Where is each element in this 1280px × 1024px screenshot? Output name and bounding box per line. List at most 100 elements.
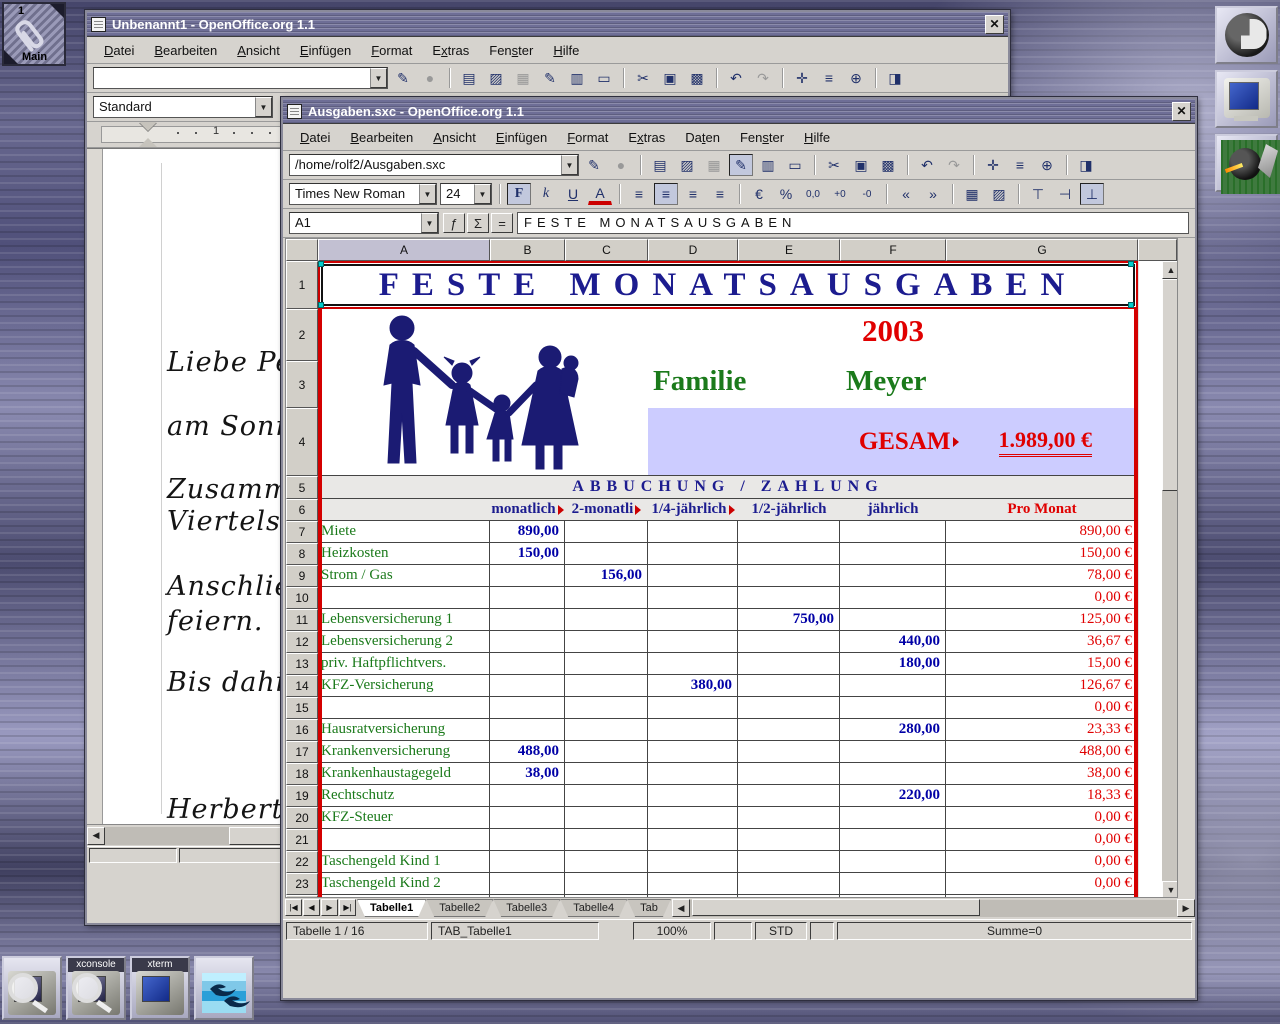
cell-F9[interactable] xyxy=(840,565,946,586)
row-header-11[interactable]: 11 xyxy=(286,609,318,631)
sheet-content[interactable]: FESTE MONATSAUSGABEN2003FamilieMeyerGESA… xyxy=(318,261,1138,898)
hyperlink-icon[interactable]: ⊕ xyxy=(844,67,868,89)
menu-datei[interactable]: Datei xyxy=(95,40,143,61)
cell-F20[interactable] xyxy=(840,807,946,828)
row-header-5[interactable]: 5 xyxy=(286,476,318,499)
cell-A16[interactable]: Hausratversicherung xyxy=(318,719,490,740)
spreadsheet-grid[interactable]: ABCDEFG 12345678910111213141516171819202… xyxy=(285,238,1178,898)
cell-B14[interactable] xyxy=(490,675,565,696)
column-header-G[interactable]: G xyxy=(946,239,1138,261)
hardware-launcher[interactable] xyxy=(1215,134,1278,192)
chevron-down-icon[interactable]: ▼ xyxy=(419,184,436,204)
writer-titlebar[interactable]: Unbenannt1 - OpenOffice.org 1.1 ✕ xyxy=(87,12,1008,37)
paragraph-style-combo[interactable]: Standard ▼ xyxy=(93,96,273,118)
column-header-E[interactable]: E xyxy=(738,239,840,261)
redo-icon[interactable]: ↷ xyxy=(751,67,775,89)
chevron-down-icon[interactable]: ▼ xyxy=(474,184,491,204)
row-header-12[interactable]: 12 xyxy=(286,631,318,653)
cut-icon[interactable]: ✂ xyxy=(631,67,655,89)
column-header-F[interactable]: F xyxy=(840,239,946,261)
cell-B24[interactable] xyxy=(490,895,565,898)
cell-F23[interactable] xyxy=(840,873,946,894)
copy-icon[interactable]: ▣ xyxy=(849,154,873,176)
cell-E9[interactable] xyxy=(738,565,840,586)
chevron-down-icon[interactable]: ▼ xyxy=(421,213,438,233)
year-cell[interactable]: 2003 xyxy=(840,313,946,349)
section-header-row[interactable]: ABBUCHUNG / ZAHLUNG xyxy=(318,476,1138,499)
cell-C16[interactable] xyxy=(565,719,648,740)
cell-B21[interactable] xyxy=(490,829,565,850)
total-label-cell[interactable]: GESAM xyxy=(859,428,959,456)
last-sheet-icon[interactable]: ▶| xyxy=(339,899,356,916)
status-zoom[interactable]: 100% xyxy=(633,922,711,940)
row-header-18[interactable]: 18 xyxy=(286,763,318,785)
cell-D18[interactable] xyxy=(648,763,738,784)
cell-B12[interactable] xyxy=(490,631,565,652)
cell-A11[interactable]: Lebensversicherung 1 xyxy=(318,609,490,630)
delete-decimal-icon[interactable]: -0 xyxy=(855,183,879,205)
indent-marker-icon[interactable] xyxy=(139,138,157,147)
selection-handle[interactable] xyxy=(1128,302,1134,308)
cell-G19[interactable]: 18,33 € xyxy=(946,785,1138,806)
align-center-icon[interactable]: ≡ xyxy=(654,183,678,205)
navigator-icon[interactable]: ✛ xyxy=(981,154,1005,176)
number-currency-icon[interactable]: € xyxy=(747,183,771,205)
menu-fenster[interactable]: Fenster xyxy=(731,127,793,148)
menu-ansicht[interactable]: Ansicht xyxy=(228,40,289,61)
cell-E19[interactable] xyxy=(738,785,840,806)
align-top-icon[interactable]: ⊤ xyxy=(1026,183,1050,205)
font-name-combo[interactable]: Times New Roman ▼ xyxy=(289,183,437,205)
cell-F12[interactable]: 440,00 xyxy=(840,631,946,652)
cell-E15[interactable] xyxy=(738,697,840,718)
cell-G23[interactable]: 0,00 € xyxy=(946,873,1138,894)
url-input[interactable]: /home/rolf2/Ausgaben.sxc xyxy=(290,155,561,175)
cell-D8[interactable] xyxy=(648,543,738,564)
gallery-icon[interactable]: ◨ xyxy=(1074,154,1098,176)
cell-A17[interactable]: Krankenversicherung xyxy=(318,741,490,762)
bold-icon[interactable]: F xyxy=(507,183,531,205)
row-header-16[interactable]: 16 xyxy=(286,719,318,741)
sheet-tab-tabelle1[interactable]: Tabelle1 xyxy=(357,899,426,917)
url-input[interactable] xyxy=(94,68,370,88)
cell-G8[interactable]: 150,00 € xyxy=(946,543,1138,564)
row-header-24[interactable]: 24 xyxy=(286,895,318,898)
writer-url-combo[interactable]: ▼ xyxy=(93,67,388,89)
cell-D9[interactable] xyxy=(648,565,738,586)
cell-C15[interactable] xyxy=(565,697,648,718)
cell-D19[interactable] xyxy=(648,785,738,806)
calc-url-combo[interactable]: /home/rolf2/Ausgaben.sxc ▼ xyxy=(289,154,579,176)
menu-daten[interactable]: Daten xyxy=(676,127,729,148)
cell-D17[interactable] xyxy=(648,741,738,762)
close-icon[interactable]: ✕ xyxy=(1172,102,1191,121)
cell-D11[interactable] xyxy=(648,609,738,630)
cell-F19[interactable]: 220,00 xyxy=(840,785,946,806)
row-header-4[interactable]: 4 xyxy=(286,408,318,476)
sheet-tab-tabelle4[interactable]: Tabelle4 xyxy=(560,899,627,917)
menu-datei[interactable]: Datei xyxy=(291,127,339,148)
cell-F24[interactable] xyxy=(840,895,946,898)
row-header-23[interactable]: 23 xyxy=(286,873,318,895)
cell-C8[interactable] xyxy=(565,543,648,564)
increase-indent-icon[interactable]: » xyxy=(921,183,945,205)
cell-E11[interactable]: 750,00 xyxy=(738,609,840,630)
cell-D21[interactable] xyxy=(648,829,738,850)
empty-cells-area[interactable] xyxy=(1138,261,1162,898)
print-file-icon[interactable]: ▥ xyxy=(756,154,780,176)
total-band[interactable]: GESAM1.989,00 € xyxy=(648,408,1138,476)
column-header-B[interactable]: B xyxy=(490,239,565,261)
row-header-1[interactable]: 1 xyxy=(286,261,318,309)
align-bottom-icon[interactable]: ⊥ xyxy=(1080,183,1104,205)
cell-B11[interactable] xyxy=(490,609,565,630)
sphere-launcher[interactable] xyxy=(1215,6,1278,64)
family-label-cell[interactable]: Familie xyxy=(653,365,746,398)
cell-A15[interactable] xyxy=(318,697,490,718)
cell-G17[interactable]: 488,00 € xyxy=(946,741,1138,762)
cell-A23[interactable]: Taschengeld Kind 2 xyxy=(318,873,490,894)
selection-handle[interactable] xyxy=(1128,261,1134,267)
status-selection-mode[interactable]: STD xyxy=(755,922,807,940)
cell-E16[interactable] xyxy=(738,719,840,740)
align-vcenter-icon[interactable]: ⊣ xyxy=(1053,183,1077,205)
menu-extras[interactable]: Extras xyxy=(619,127,674,148)
load-url-icon[interactable]: ✎ xyxy=(391,67,415,89)
menu-bearbeiten[interactable]: Bearbeiten xyxy=(145,40,226,61)
